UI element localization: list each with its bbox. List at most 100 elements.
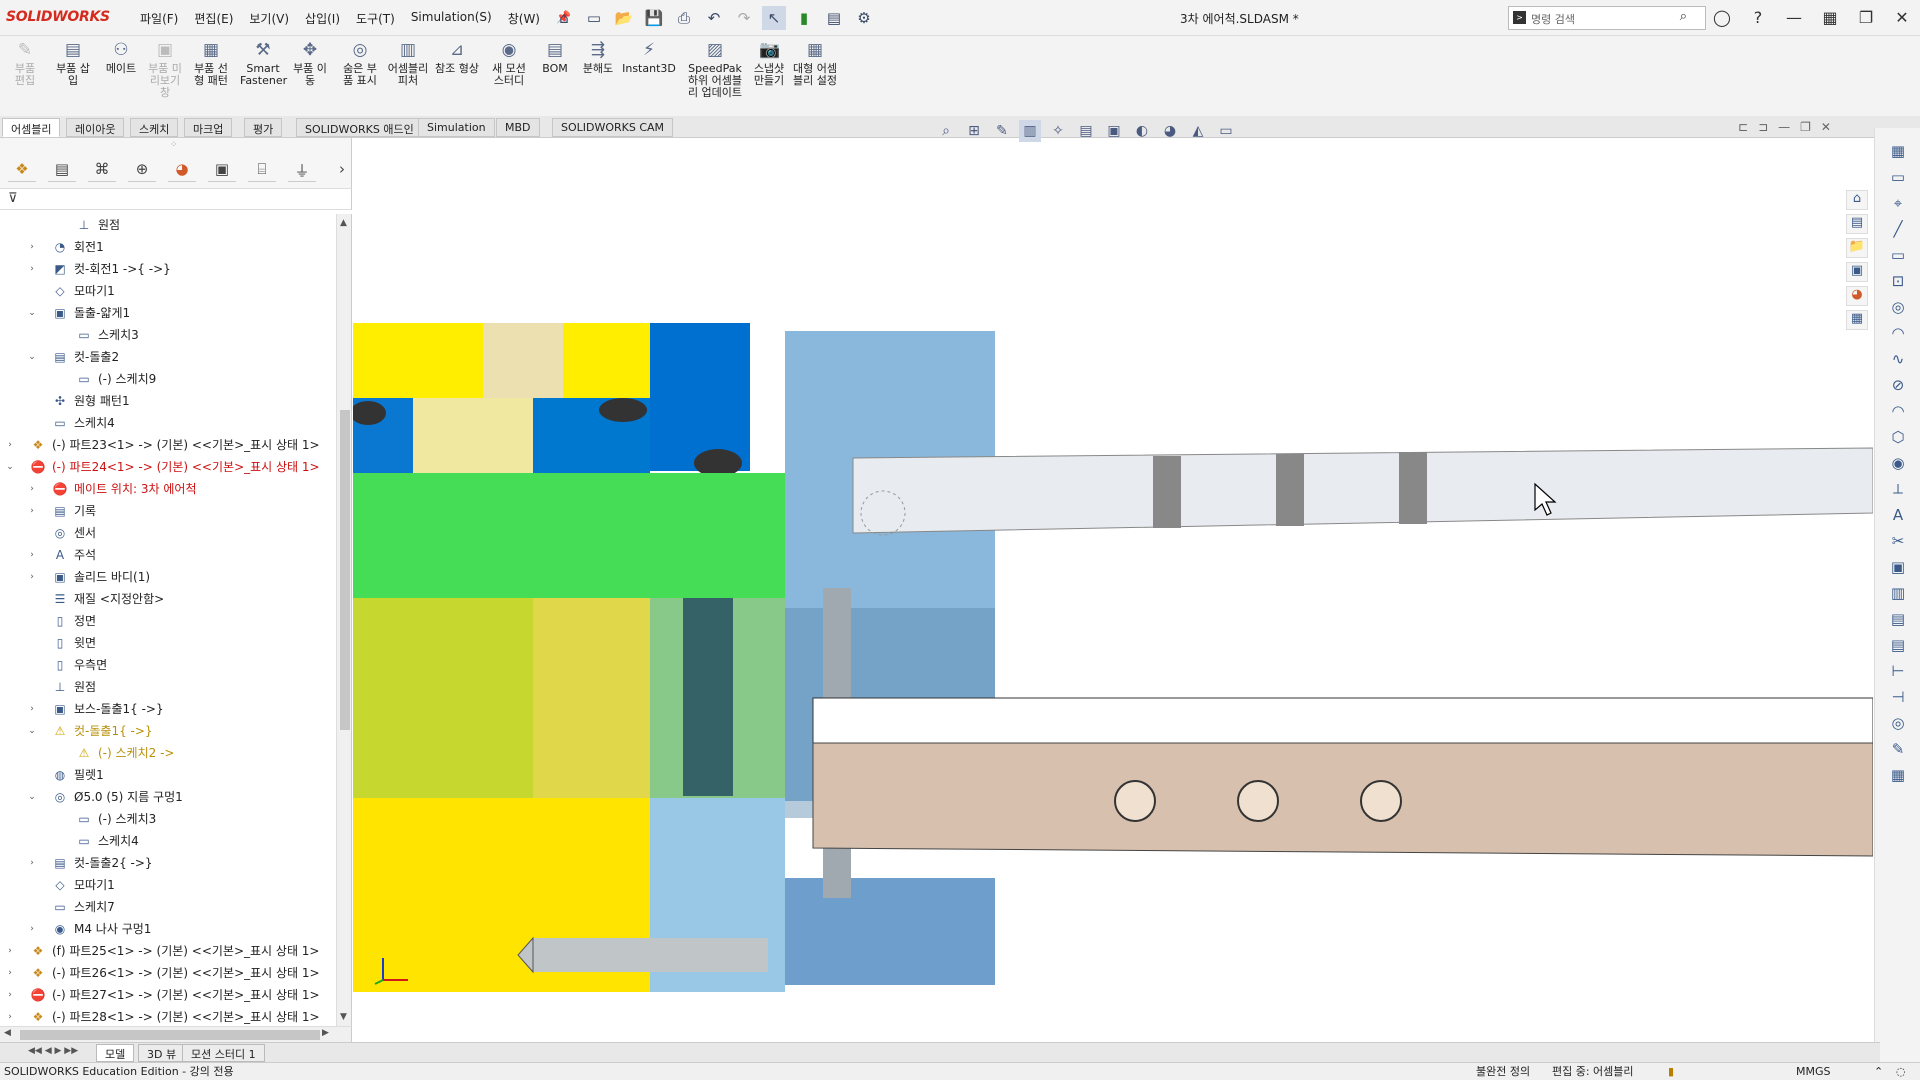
collapse-icon[interactable]: ⌄ bbox=[26, 786, 38, 808]
save-icon[interactable]: 💾 bbox=[642, 6, 666, 30]
show-hidden-button[interactable]: ◎ 숨은 부품 표시 bbox=[340, 40, 380, 87]
units-selector[interactable]: MMGS bbox=[1796, 1063, 1831, 1081]
panel-expand-icon[interactable]: › bbox=[328, 160, 356, 182]
minimize-icon[interactable]: — bbox=[1776, 4, 1812, 32]
tab-nav-icons[interactable]: ◀◀ ◀ ▶ ▶▶ bbox=[28, 1046, 78, 1056]
select-cursor-icon[interactable]: ↖ bbox=[762, 6, 786, 30]
collapse-icon[interactable]: ⌄ bbox=[26, 720, 38, 742]
circle-dim-icon[interactable]: ◎ bbox=[1875, 714, 1920, 732]
appearances-icon[interactable]: ◕ bbox=[1846, 286, 1868, 306]
tab-4[interactable]: 평가 bbox=[244, 118, 283, 137]
tile-icon[interactable]: ▦ bbox=[1812, 4, 1848, 32]
expand-icon[interactable]: › bbox=[26, 258, 38, 280]
tree-node[interactable]: ⌄ ▣ 돌출-얇게1 bbox=[0, 302, 336, 324]
tree-node[interactable]: › ❖ (f) 파트25<1> -> (기본) <<기본>_표시 상태 1> bbox=[0, 940, 336, 962]
tab-6[interactable]: Simulation bbox=[418, 118, 495, 137]
tree-node[interactable]: ▭ 스케치7 bbox=[0, 896, 336, 918]
spline-icon[interactable]: ∿ bbox=[1875, 350, 1920, 368]
file-properties-icon[interactable]: ▤ bbox=[822, 6, 846, 30]
expand-icon[interactable]: › bbox=[4, 962, 16, 984]
rectangle-icon[interactable]: ▭ bbox=[1875, 168, 1920, 186]
slot-icon[interactable]: ⊡ bbox=[1875, 272, 1920, 290]
hide-show-icon[interactable]: ◐ bbox=[1131, 120, 1153, 142]
instant3d-button[interactable]: ⚡ Instant3D bbox=[622, 40, 676, 75]
viewport-split-icon[interactable]: ⊏ bbox=[1738, 120, 1748, 134]
zoom-to-fit-icon[interactable]: ⌕ bbox=[935, 120, 957, 142]
tree-node[interactable]: ▭ (-) 스케치3 bbox=[0, 808, 336, 830]
tree-node[interactable]: ⌄ ▤ 컷-돌출2 bbox=[0, 346, 336, 368]
tree-node[interactable]: ▯ 윗면 bbox=[0, 632, 336, 654]
user-icon[interactable]: ◯ bbox=[1704, 4, 1740, 32]
tree-node[interactable]: ⌄ ⛔ (-) 파트24<1> -> (기본) <<기본>_표시 상태 1> bbox=[0, 456, 336, 478]
expand-icon[interactable]: › bbox=[4, 984, 16, 1006]
tree-node[interactable]: › ▤ 컷-돌출2{ ->} bbox=[0, 852, 336, 874]
insert-components-button[interactable]: ▤ 부품 삽입 bbox=[54, 40, 92, 87]
tree-node[interactable]: ☰ 재질 <지정안함> bbox=[0, 588, 336, 610]
new-document-icon[interactable]: ▭ bbox=[582, 6, 606, 30]
tree-node[interactable]: ▯ 우측면 bbox=[0, 654, 336, 676]
search-icon[interactable]: ⌕ bbox=[1680, 9, 1687, 24]
tree-node[interactable]: › ▤ 기록 bbox=[0, 500, 336, 522]
linear-pattern-button[interactable]: ▦ 부품 선형 패턴 bbox=[190, 40, 232, 87]
tree-node[interactable]: › ◔ 회전1 bbox=[0, 236, 336, 258]
tab-3d-view[interactable]: 3D 뷰 bbox=[138, 1044, 186, 1062]
previous-view-icon[interactable]: ✎ bbox=[991, 120, 1013, 142]
tab-8[interactable]: SOLIDWORKS CAM bbox=[552, 118, 674, 137]
bom-button[interactable]: ▤ BOM bbox=[540, 40, 570, 75]
status-expand-icon[interactable]: ⌃ bbox=[1874, 1063, 1883, 1081]
menu-window[interactable]: 창(W) bbox=[508, 10, 540, 27]
tree-node[interactable]: › ❖ (-) 파트26<1> -> (기본) <<기본>_표시 상태 1> bbox=[0, 962, 336, 984]
smart-dimension-icon[interactable]: ▦ bbox=[1875, 142, 1920, 160]
arc-icon[interactable]: ◠ bbox=[1875, 324, 1920, 342]
property-manager-icon[interactable]: ▤ bbox=[48, 160, 76, 182]
cam-feature-icon[interactable]: ▣ bbox=[208, 160, 236, 182]
status-chat-icon[interactable]: ◌ bbox=[1896, 1063, 1906, 1081]
corner-rectangle-icon[interactable]: ▭ bbox=[1875, 246, 1920, 264]
rapid-sketch-icon[interactable]: ▦ bbox=[1875, 766, 1920, 784]
home-icon[interactable]: ⌂ bbox=[552, 6, 576, 30]
options-gear-icon[interactable]: ⚙ bbox=[852, 6, 876, 30]
collapse-icon[interactable]: ⌄ bbox=[4, 456, 16, 478]
collapse-icon[interactable]: ⌄ bbox=[26, 302, 38, 324]
menu-edit[interactable]: 편집(E) bbox=[194, 10, 233, 27]
tree-node[interactable]: › ❖ (-) 파트28<1> -> (기본) <<기본>_표시 상태 1> bbox=[0, 1006, 336, 1026]
custom-properties-icon[interactable]: ▦ bbox=[1846, 310, 1868, 330]
ellipse-icon[interactable]: ⊘ bbox=[1875, 376, 1920, 394]
tree-node[interactable]: ⌄ ◎ Ø5.0 (5) 지름 구멍1 bbox=[0, 786, 336, 808]
cam-operation-icon[interactable]: ⌸ bbox=[248, 160, 276, 182]
task-home-icon[interactable]: ⌂ bbox=[1846, 190, 1868, 210]
smart-fastener-button[interactable]: ⚒ Smart Fastener bbox=[240, 40, 287, 87]
solidworks-logo[interactable]: SOLIDWORKS bbox=[6, 9, 110, 25]
undo-icon[interactable]: ↶ bbox=[702, 6, 726, 30]
expand-icon[interactable]: › bbox=[26, 478, 38, 500]
scroll-down-icon[interactable]: ▼ bbox=[340, 1012, 347, 1022]
take-snapshot-button[interactable]: 📷 스냅샷 만들기 bbox=[750, 40, 788, 87]
config-manager-icon[interactable]: ⌘ bbox=[88, 160, 116, 182]
point-icon[interactable]: ⌖ bbox=[1875, 194, 1920, 212]
reference-geometry-button[interactable]: ⊿ 참조 형상 bbox=[435, 40, 479, 75]
tab-model[interactable]: 모델 bbox=[96, 1044, 135, 1062]
centerpoint-icon[interactable]: ◉ bbox=[1875, 454, 1920, 472]
display-manager-icon[interactable]: ◕ bbox=[168, 160, 196, 182]
line-icon[interactable]: ╱ bbox=[1875, 220, 1920, 238]
apply-scene-icon[interactable]: ◭ bbox=[1187, 120, 1209, 142]
assembly-features-button[interactable]: ▥ 어셈블리 피처 bbox=[385, 40, 431, 87]
rebuild-icon[interactable]: ▮ bbox=[792, 6, 816, 30]
tree-node[interactable]: ◎ 센서 bbox=[0, 522, 336, 544]
text-icon[interactable]: A bbox=[1875, 506, 1920, 524]
quick-snap-icon[interactable]: ✎ bbox=[1875, 740, 1920, 758]
fillet-sketch-icon[interactable]: ◠ bbox=[1875, 402, 1920, 420]
help-icon[interactable]: ? bbox=[1740, 4, 1776, 32]
tree-node[interactable]: ◇ 모따기1 bbox=[0, 280, 336, 302]
move-component-button[interactable]: ✥ 부품 이동 bbox=[290, 40, 330, 87]
offset-icon[interactable]: ▥ bbox=[1875, 584, 1920, 602]
restore-icon[interactable]: ❐ bbox=[1848, 4, 1884, 32]
redo-icon[interactable]: ↷ bbox=[732, 6, 756, 30]
scroll-right-icon[interactable]: ▶ bbox=[322, 1028, 329, 1038]
viewport-tile-icon[interactable]: ⊐ bbox=[1758, 120, 1768, 134]
pattern-icon[interactable]: ▤ bbox=[1875, 636, 1920, 654]
expand-icon[interactable]: › bbox=[26, 698, 38, 720]
tree-node[interactable]: ▭ 스케치4 bbox=[0, 412, 336, 434]
tab-3[interactable]: 마크업 bbox=[184, 118, 233, 137]
display-style-icon[interactable]: ▣ bbox=[1103, 120, 1125, 142]
